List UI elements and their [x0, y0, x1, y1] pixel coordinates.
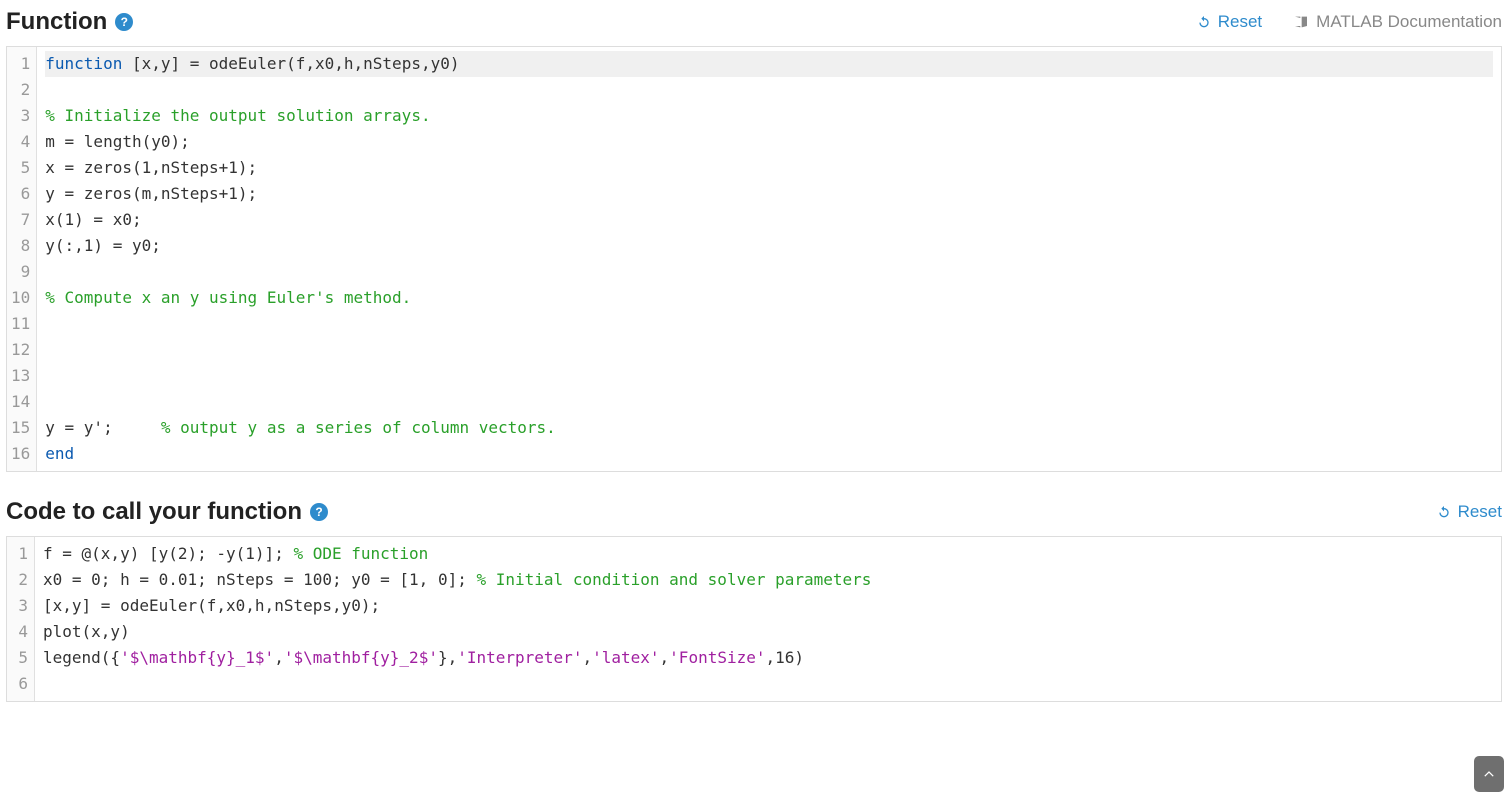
line-number: 14 [11, 389, 30, 415]
code-line[interactable]: y = zeros(m,nSteps+1); [45, 181, 1493, 207]
line-number: 9 [11, 259, 30, 285]
help-icon[interactable]: ? [310, 503, 328, 521]
line-number: 6 [11, 181, 30, 207]
code-line[interactable]: end [45, 441, 1493, 467]
code-line[interactable]: % Initialize the output solution arrays. [45, 103, 1493, 129]
line-number: 11 [11, 311, 30, 337]
line-number: 2 [11, 567, 28, 593]
function-title: Function [6, 8, 107, 36]
code-line[interactable]: [x,y] = odeEuler(f,x0,h,nSteps,y0); [43, 593, 1493, 619]
book-icon [1292, 14, 1310, 30]
reset-label: Reset [1218, 12, 1262, 32]
line-number: 3 [11, 103, 30, 129]
code-line[interactable]: x(1) = x0; [45, 207, 1493, 233]
line-number: 12 [11, 337, 30, 363]
line-number: 15 [11, 415, 30, 441]
line-number: 7 [11, 207, 30, 233]
code-line[interactable]: y(:,1) = y0; [45, 233, 1493, 259]
code-line[interactable]: f = @(x,y) [y(2); -y(1)]; % ODE function [43, 541, 1493, 567]
docs-label: MATLAB Documentation [1316, 12, 1502, 32]
call-gutter: 123456 [7, 537, 35, 701]
code-line[interactable] [45, 363, 1493, 389]
line-number: 5 [11, 155, 30, 181]
line-number: 4 [11, 619, 28, 645]
call-toolbar: Reset [1436, 502, 1502, 522]
line-number: 4 [11, 129, 30, 155]
call-code[interactable]: f = @(x,y) [y(2); -y(1)]; % ODE function… [35, 537, 1501, 701]
code-line[interactable] [45, 337, 1493, 363]
call-section: Code to call your function ? Reset 12345… [0, 490, 1508, 720]
code-line[interactable]: function [x,y] = odeEuler(f,x0,h,nSteps,… [45, 51, 1493, 77]
line-number: 1 [11, 51, 30, 77]
line-number: 1 [11, 541, 28, 567]
code-line[interactable] [45, 259, 1493, 285]
refresh-icon [1436, 504, 1452, 520]
reset-button[interactable]: Reset [1436, 502, 1502, 522]
function-editor[interactable]: 12345678910111213141516 function [x,y] =… [6, 46, 1502, 472]
docs-link[interactable]: MATLAB Documentation [1292, 12, 1502, 32]
function-header: Function ? Reset MATLAB Documentation [6, 4, 1502, 46]
function-title-wrap: Function ? [6, 8, 133, 36]
code-line[interactable]: x0 = 0; h = 0.01; nSteps = 100; y0 = [1,… [43, 567, 1493, 593]
code-line[interactable]: x = zeros(1,nSteps+1); [45, 155, 1493, 181]
chevron-up-icon [1482, 767, 1496, 781]
code-line[interactable] [43, 671, 1493, 697]
call-title-wrap: Code to call your function ? [6, 498, 328, 526]
code-line[interactable]: y = y'; % output y as a series of column… [45, 415, 1493, 441]
code-line[interactable]: % Compute x an y using Euler's method. [45, 285, 1493, 311]
function-code[interactable]: function [x,y] = odeEuler(f,x0,h,nSteps,… [37, 47, 1501, 471]
code-line[interactable]: plot(x,y) [43, 619, 1493, 645]
line-number: 5 [11, 645, 28, 671]
code-line[interactable] [45, 77, 1493, 103]
line-number: 3 [11, 593, 28, 619]
scroll-top-button[interactable] [1474, 756, 1504, 792]
code-line[interactable] [45, 389, 1493, 415]
call-header: Code to call your function ? Reset [6, 494, 1502, 536]
function-gutter: 12345678910111213141516 [7, 47, 37, 471]
line-number: 10 [11, 285, 30, 311]
code-line[interactable]: m = length(y0); [45, 129, 1493, 155]
reset-label: Reset [1458, 502, 1502, 522]
line-number: 6 [11, 671, 28, 697]
code-line[interactable]: legend({'$\mathbf{y}_1$','$\mathbf{y}_2$… [43, 645, 1493, 671]
function-section: Function ? Reset MATLAB Documentation 12… [0, 0, 1508, 490]
code-line[interactable] [45, 311, 1493, 337]
refresh-icon [1196, 14, 1212, 30]
call-editor[interactable]: 123456 f = @(x,y) [y(2); -y(1)]; % ODE f… [6, 536, 1502, 702]
line-number: 2 [11, 77, 30, 103]
call-title: Code to call your function [6, 498, 302, 526]
reset-button[interactable]: Reset [1196, 12, 1262, 32]
line-number: 16 [11, 441, 30, 467]
line-number: 13 [11, 363, 30, 389]
function-toolbar: Reset MATLAB Documentation [1196, 12, 1502, 32]
line-number: 8 [11, 233, 30, 259]
help-icon[interactable]: ? [115, 13, 133, 31]
